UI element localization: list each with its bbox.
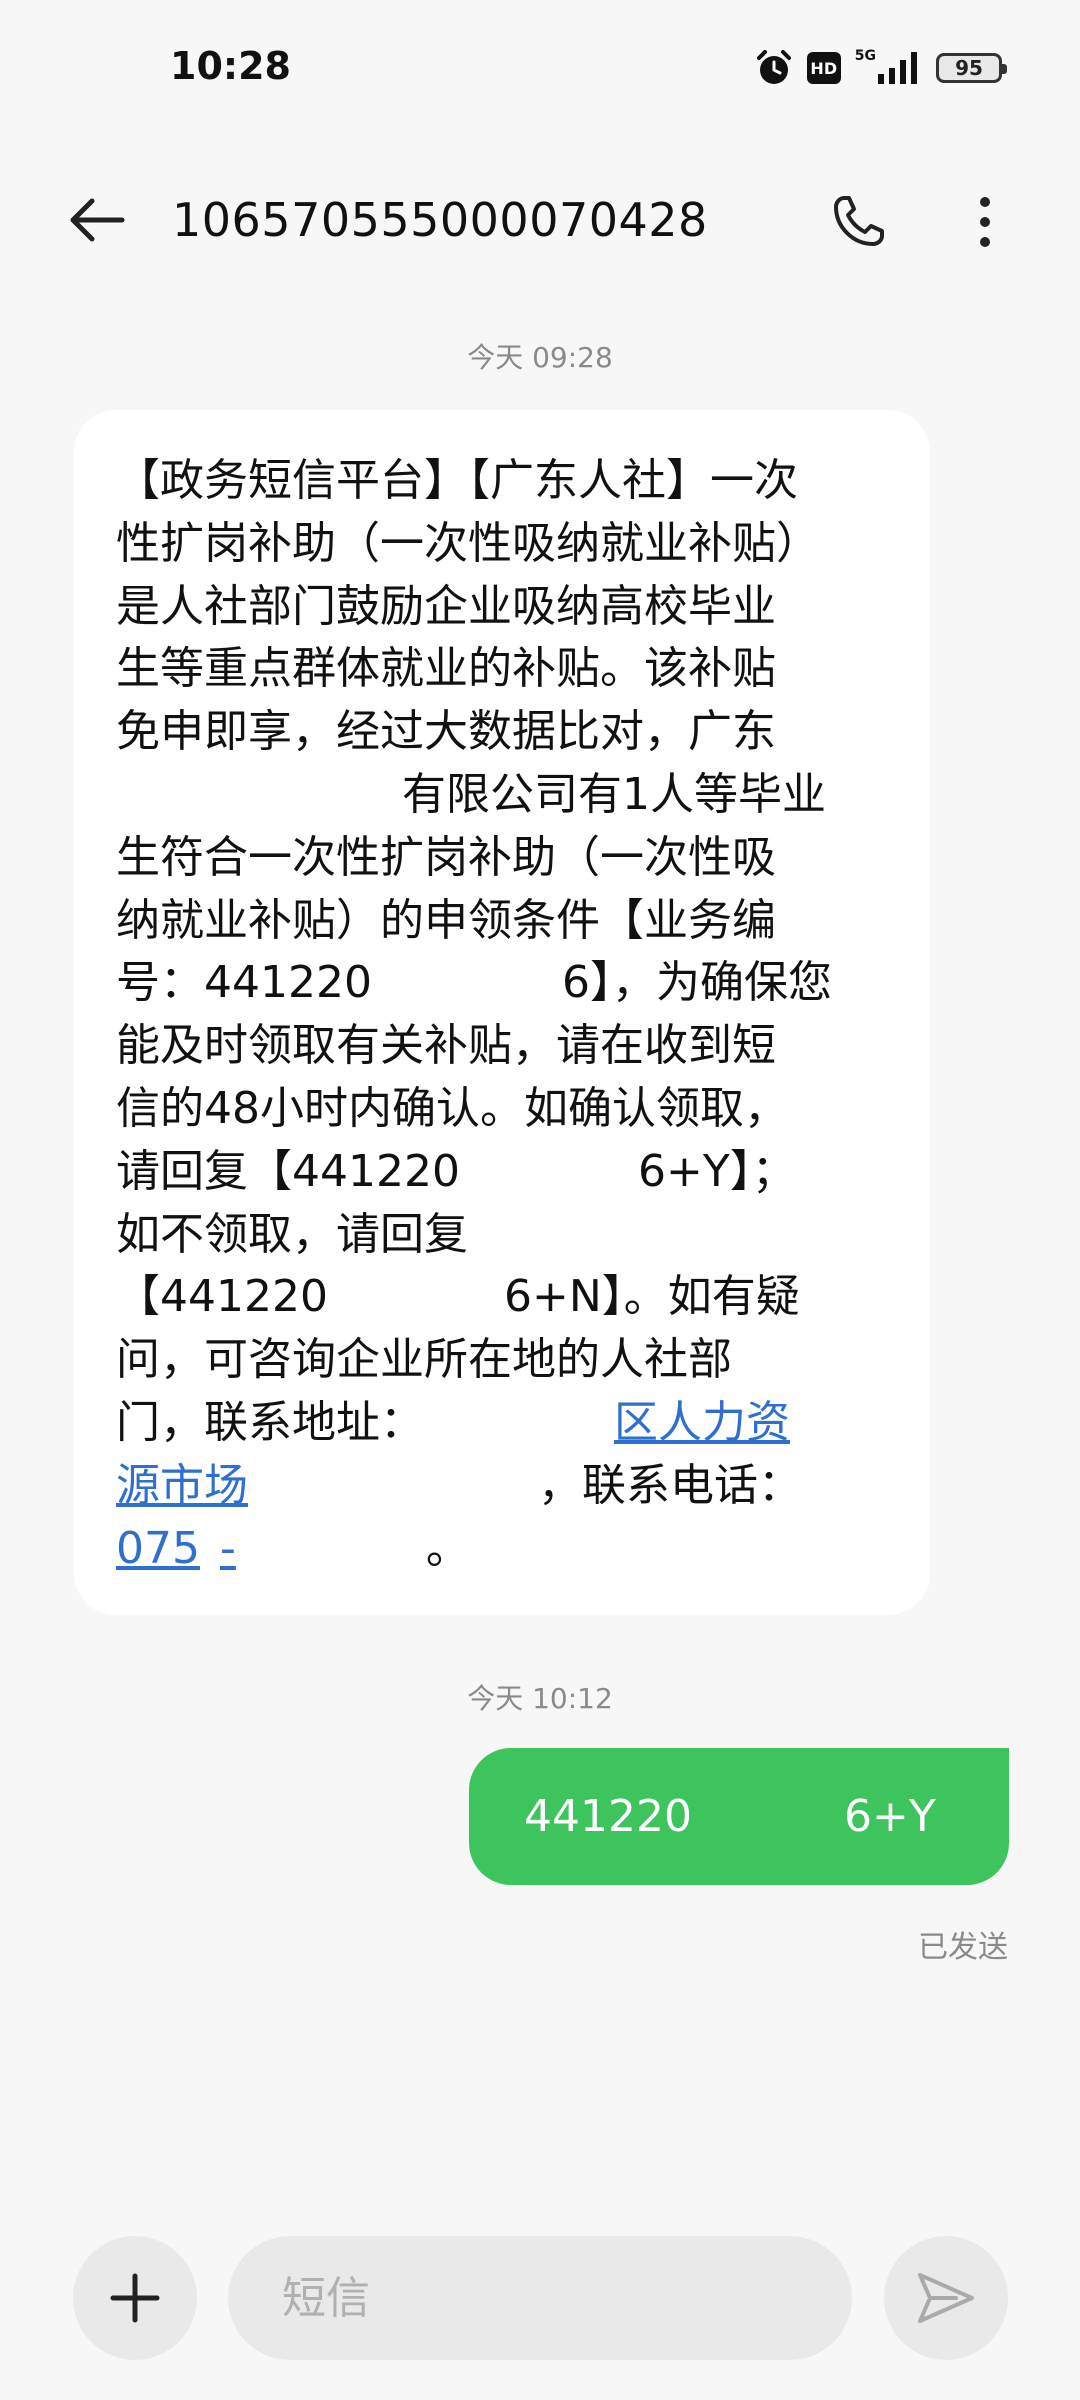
phone-number-link[interactable]: 075 xyxy=(116,1523,200,1574)
incoming-message-bubble[interactable]: 【政务短信平台】【广东人社】一次 性扩岗补助（一次性吸纳就业补贴） 是人社部门鼓… xyxy=(74,410,930,1615)
outgoing-message-text: 441220 xyxy=(524,1791,692,1842)
send-button[interactable] xyxy=(884,2236,1008,2360)
network-label: 5G xyxy=(854,48,876,64)
redacted-area xyxy=(327,1279,504,1320)
redacted-area xyxy=(248,1467,538,1508)
message-timestamp: 今天 10:12 xyxy=(467,1682,613,1715)
phone-icon xyxy=(834,196,884,246)
send-icon xyxy=(918,2273,974,2323)
conversation-title: 10657055500007042​8 xyxy=(172,193,708,247)
add-attachment-button[interactable] xyxy=(73,2236,197,2360)
hd-icon: HD xyxy=(806,52,841,84)
outgoing-message-bubble[interactable]: 441220 6+Y xyxy=(469,1748,1009,1885)
message-line: 【政务短信平台】【广东人社】一次 xyxy=(116,455,798,506)
more-options-button[interactable] xyxy=(950,184,1020,260)
address-link[interactable]: 区人力资 xyxy=(614,1397,790,1448)
messaging-screen: 10:28 HD 5G 95 1065705550 xyxy=(0,0,1080,2400)
redacted-area xyxy=(784,1796,844,1837)
redacted-area xyxy=(371,965,562,1006)
message-line: 能及时领取有关补贴，请在收到短 xyxy=(116,1020,776,1072)
alarm-icon xyxy=(756,50,791,84)
redacted-area xyxy=(424,1404,614,1445)
message-line: 门，联系地址： 区人力资 xyxy=(116,1396,790,1448)
phone-number-link-continued[interactable]: - xyxy=(220,1523,236,1574)
message-line: 性扩岗补助（一次性吸纳就业补贴） xyxy=(116,517,820,569)
message-line: 问，可咨询企业所在地的人社部 xyxy=(116,1334,732,1386)
call-button[interactable] xyxy=(818,184,898,260)
message-line: 【441220 6+N】。如有疑 xyxy=(116,1271,800,1323)
plus-icon xyxy=(110,2273,160,2323)
message-line: 是人社部门鼓励企业吸纳高校毕业 xyxy=(116,580,776,632)
signal-icon xyxy=(878,52,917,84)
message-input[interactable] xyxy=(228,2236,852,2360)
message-line: 生等重点群体就业的补贴。该补贴 xyxy=(116,643,776,695)
redacted-area xyxy=(235,1530,426,1571)
status-icons: HD 5G 95 xyxy=(755,46,1007,90)
sent-status: 已发送 xyxy=(918,1930,1008,1965)
status-bar: 10:28 HD 5G 95 xyxy=(0,0,1080,140)
outgoing-message-text-end: 6+Y xyxy=(844,1791,936,1842)
more-vertical-icon xyxy=(980,197,990,247)
message-line: 如不领取，请回复 xyxy=(116,1208,468,1260)
message-line: 信的48小时内确认。如确认领取， xyxy=(116,1082,788,1134)
redacted-area xyxy=(459,1153,638,1194)
message-line: 请回复【441220 6+Y】； xyxy=(116,1145,796,1197)
battery-icon: 95 xyxy=(936,53,1007,83)
message-line: 源市场 ，联系电话： xyxy=(116,1459,802,1511)
message-line: 075-。 xyxy=(116,1522,470,1574)
arrow-left-icon xyxy=(70,198,125,242)
message-line: 生符合一次性扩岗补助（一次性吸 xyxy=(116,831,776,883)
message-line: 免申即享，经过大数据比对，广东 xyxy=(116,706,776,758)
redacted-area xyxy=(116,776,402,817)
status-time: 10:28 xyxy=(170,44,291,88)
address-link-continued[interactable]: 源市场 xyxy=(116,1460,248,1511)
message-line: 号：441220 6】，为确保您 xyxy=(116,957,832,1009)
message-line: 有限公司有1人等毕业 xyxy=(116,764,886,827)
conversation-header: 10657055500007042​8 xyxy=(0,160,1080,270)
back-button[interactable] xyxy=(58,182,134,258)
message-timestamp: 今天 09:28 xyxy=(467,341,613,374)
redacted-area xyxy=(199,1530,220,1571)
message-line: 纳就业补贴）的申领条件【业务编 xyxy=(116,894,776,946)
